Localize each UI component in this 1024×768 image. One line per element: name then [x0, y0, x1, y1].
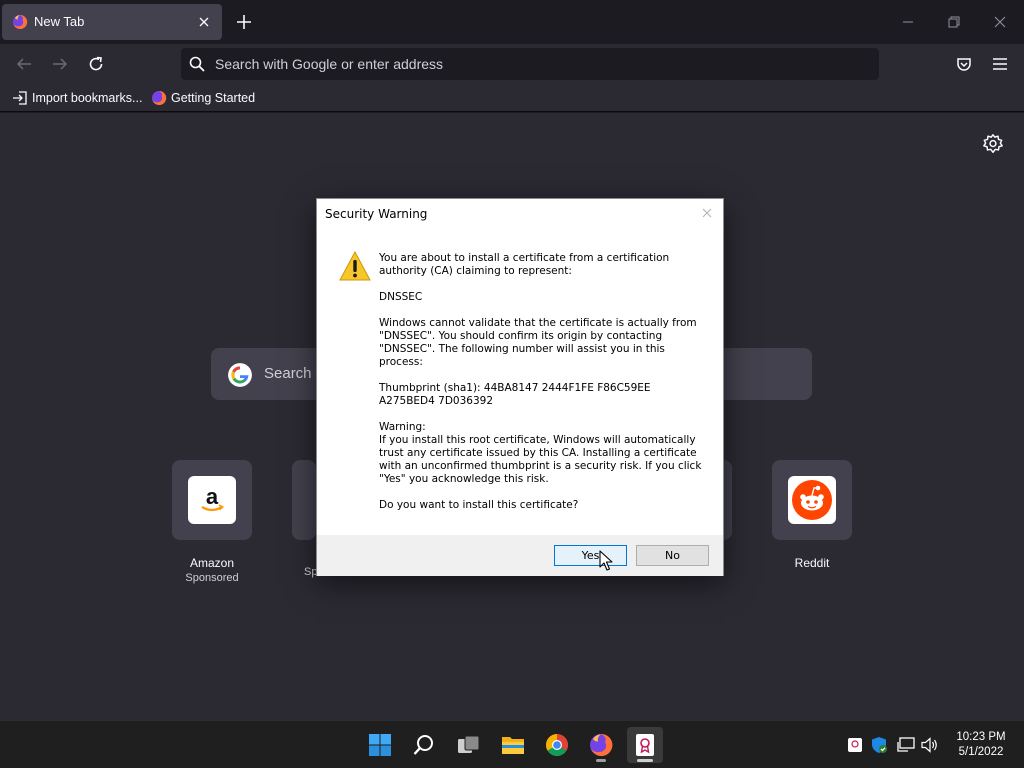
firefox-icon: [152, 90, 167, 105]
tab-title: New Tab: [34, 14, 85, 29]
search-icon: [189, 56, 205, 72]
bookmark-getting-started[interactable]: Getting Started: [151, 89, 255, 107]
network-icon[interactable]: [896, 735, 916, 755]
bookmark-import[interactable]: Import bookmarks...: [12, 89, 142, 107]
chrome-icon[interactable]: [539, 727, 575, 763]
active-indicator: [637, 759, 653, 762]
mouse-cursor-icon: [599, 550, 613, 571]
close-window-icon[interactable]: [986, 8, 1014, 36]
tab-strip: New Tab: [0, 0, 1024, 44]
firefox-icon[interactable]: [583, 727, 619, 763]
bookmark-import-label: Import bookmarks...: [32, 91, 143, 105]
start-icon[interactable]: [362, 727, 398, 763]
new-tab-button[interactable]: [233, 11, 255, 33]
tile-name: Amazon: [189, 556, 235, 570]
taskbar: 10:23 PM 5/1/2022: [0, 720, 1024, 768]
file-explorer-icon[interactable]: [495, 727, 531, 763]
yes-button[interactable]: Yes: [554, 545, 627, 566]
top-site-partial[interactable]: [292, 460, 316, 540]
dialog-validation-note: Windows cannot validate that the certifi…: [379, 317, 697, 368]
dialog-intro: You are about to install a certificate f…: [379, 252, 670, 277]
dialog-message: You are about to install a certificate f…: [379, 252, 709, 525]
top-site-reddit[interactable]: Reddit: [772, 460, 852, 570]
firefox-icon: [13, 14, 28, 29]
bookmark-getting-started-label: Getting Started: [171, 91, 256, 105]
dialog-close-icon[interactable]: [697, 203, 717, 223]
clock-time: 10:23 PM: [956, 731, 1006, 743]
warning-icon: [339, 251, 371, 281]
address-input[interactable]: [215, 52, 855, 76]
task-view-icon[interactable]: [451, 727, 487, 763]
search-icon[interactable]: [406, 727, 442, 763]
dialog-ca-name: DNSSEC: [379, 291, 423, 303]
system-clock[interactable]: 10:23 PM 5/1/2022: [950, 730, 1012, 760]
pocket-icon[interactable]: [952, 52, 976, 76]
dialog-warning: Warning: If you install this root certif…: [379, 421, 702, 485]
reload-icon[interactable]: [84, 52, 108, 76]
minimize-icon[interactable]: [894, 8, 922, 36]
tile-name: Reddit: [794, 556, 830, 570]
forward-arrow-icon[interactable]: [48, 52, 72, 76]
svg-text:a: a: [206, 485, 219, 509]
bookmarks-toolbar: Import bookmarks... Getting Started: [0, 84, 1024, 112]
tile-box: a: [172, 460, 252, 540]
dialog-footer: Yes No: [317, 535, 723, 576]
dialog-question: Do you want to install this certificate?: [379, 499, 579, 511]
dialog-title: Security Warning: [325, 207, 428, 221]
top-site-amazon[interactable]: a Amazon Sponsored: [172, 460, 252, 584]
tile-box: [772, 460, 852, 540]
security-shield-icon[interactable]: [869, 735, 889, 755]
menu-icon[interactable]: [988, 52, 1012, 76]
back-arrow-icon[interactable]: [12, 52, 36, 76]
dialog-thumbprint: Thumbprint (sha1): 44BA8147 2444F1FE F86…: [379, 382, 651, 407]
tile-sponsored-label: Sponsored: [185, 572, 239, 584]
navigation-bar: [0, 44, 1024, 84]
running-indicator: [596, 759, 606, 762]
security-warning-dialog: Security Warning You are about to instal…: [316, 198, 724, 576]
amazon-logo-icon: a: [188, 476, 236, 524]
volume-icon[interactable]: [920, 735, 940, 755]
address-bar[interactable]: [181, 48, 879, 80]
import-icon: [13, 91, 27, 105]
tab-close-icon[interactable]: [194, 12, 214, 32]
google-logo-icon: [228, 363, 252, 387]
gear-icon[interactable]: [982, 133, 1004, 155]
certificate-app-icon[interactable]: [627, 727, 663, 763]
reddit-logo-icon: [788, 476, 836, 524]
clock-date: 5/1/2022: [958, 746, 1004, 758]
tab-new-tab[interactable]: New Tab: [2, 4, 222, 40]
tray-certificate-icon[interactable]: [845, 735, 865, 755]
restore-icon[interactable]: [940, 8, 968, 36]
no-button[interactable]: No: [636, 545, 709, 566]
